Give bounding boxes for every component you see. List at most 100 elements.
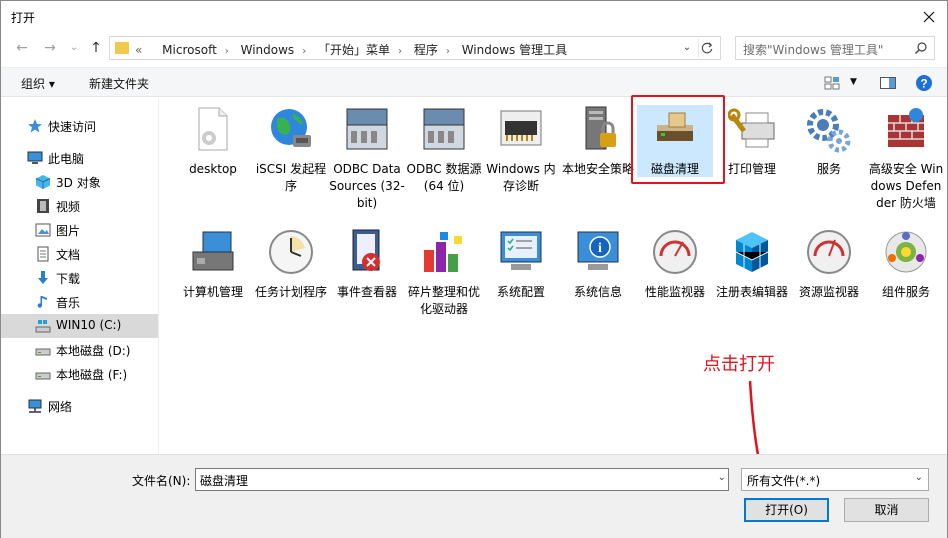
sidebar-item-label: 本地磁盘 (F:) bbox=[56, 368, 128, 382]
sidebar-item-label: 音乐 bbox=[56, 296, 81, 310]
svg-text:?: ? bbox=[920, 77, 927, 91]
sidebar-item-label: 网络 bbox=[48, 400, 73, 414]
sidebar-item-3d-objects[interactable]: 3D 对象 bbox=[1, 170, 158, 194]
file-item-iscsi[interactable]: iSCSI 发起程序 bbox=[253, 105, 329, 195]
file-item-computer-management[interactable]: 计算机管理 bbox=[175, 228, 251, 301]
computer-management-icon bbox=[192, 231, 234, 271]
file-item-system-information[interactable]: i 系统信息 bbox=[560, 228, 636, 301]
file-item-registry-editor[interactable]: 注册表编辑器 bbox=[714, 228, 790, 301]
up-arrow-icon[interactable]: ↑ bbox=[87, 39, 105, 57]
new-folder-button[interactable]: 新建文件夹 bbox=[89, 75, 149, 92]
window-title: 打开 bbox=[11, 11, 36, 25]
filename-label: 文件名(N): bbox=[132, 474, 191, 488]
breadcrumb-admin-tools[interactable]: Windows 管理工具 bbox=[462, 43, 567, 57]
open-button[interactable]: 打开(O) bbox=[744, 498, 829, 522]
sidebar-item-label: 下载 bbox=[56, 272, 81, 286]
cube-icon bbox=[35, 175, 51, 189]
file-item-label: iSCSI 发起程序 bbox=[255, 162, 327, 193]
forward-arrow-icon[interactable]: → bbox=[41, 39, 59, 57]
back-arrow-icon[interactable]: ← bbox=[13, 39, 31, 57]
view-options-icon[interactable] bbox=[823, 74, 841, 92]
file-list: desktop iSCSI 发起程序 ODBC Data Sources (32… bbox=[160, 95, 947, 498]
breadcrumb-microsoft[interactable]: Microsoft bbox=[162, 43, 217, 57]
folder-icon bbox=[115, 42, 129, 54]
picture-icon bbox=[35, 223, 51, 237]
filename-input[interactable]: 磁盘清理 ⌄ bbox=[195, 468, 729, 491]
breadcrumb-programs[interactable]: 程序 bbox=[414, 43, 438, 57]
file-item-event-viewer[interactable]: 事件查看器 bbox=[329, 228, 405, 301]
search-input[interactable]: 搜索"Windows 管理工具" bbox=[735, 36, 935, 60]
file-item-defender-firewall[interactable]: 高级安全 Windows Defender 防火墙 bbox=[868, 105, 944, 212]
file-item-label: Windows 内存诊断 bbox=[486, 162, 556, 193]
sidebar-item-music[interactable]: 音乐 bbox=[1, 290, 158, 314]
sidebar-item-local-disk-d[interactable]: 本地磁盘 (D:) bbox=[1, 338, 158, 362]
sidebar-item-label: 本地磁盘 (D:) bbox=[56, 344, 131, 358]
gears-icon bbox=[807, 109, 851, 153]
preview-pane-icon[interactable] bbox=[879, 74, 897, 92]
sidebar-item-win10-c[interactable]: WIN10 (C:) bbox=[1, 314, 158, 338]
file-item-odbc-64[interactable]: ODBC 数据源(64 位) bbox=[406, 105, 482, 195]
organize-menu[interactable]: 组织 ▾ bbox=[21, 75, 55, 92]
gauge-icon bbox=[653, 230, 697, 274]
open-file-dialog: 打开 ← → ⌄ ↑ « Microsoft › Windows › 「开始」菜单 ›… bbox=[0, 0, 948, 538]
file-item-print-management[interactable]: 打印管理 bbox=[714, 105, 790, 178]
sidebar-item-downloads[interactable]: 下载 bbox=[1, 266, 158, 290]
file-item-label: 高级安全 Windows Defender 防火墙 bbox=[868, 162, 944, 210]
file-item-component-services[interactable]: 组件服务 bbox=[868, 228, 944, 301]
annotation-text: 点击打开 bbox=[703, 354, 775, 375]
file-item-services[interactable]: 服务 bbox=[791, 105, 867, 178]
chevron-down-icon[interactable]: ⌄ bbox=[680, 40, 694, 56]
chevron-down-icon[interactable]: ⌄ bbox=[718, 472, 726, 483]
help-icon[interactable]: ? bbox=[915, 74, 933, 92]
sidebar-item-label: 此电脑 bbox=[48, 152, 85, 166]
component-services-icon bbox=[885, 231, 927, 273]
file-item-odbc-32[interactable]: ODBC Data Sources (32-bit) bbox=[329, 105, 405, 212]
system-config-icon bbox=[500, 231, 542, 270]
file-item-local-security-policy[interactable]: 本地安全策略 bbox=[560, 105, 636, 178]
star-icon bbox=[28, 119, 42, 133]
sidebar-item-quick-access[interactable]: 快速访问 bbox=[1, 114, 158, 138]
refresh-icon[interactable] bbox=[698, 39, 716, 57]
file-item-label: 系统信息 bbox=[573, 285, 622, 299]
breadcrumb-start-menu[interactable]: 「开始」菜单 bbox=[318, 43, 390, 57]
ini-file-icon bbox=[198, 107, 228, 151]
address-bar[interactable]: « Microsoft › Windows › 「开始」菜单 › 程序 › Window… bbox=[109, 36, 721, 60]
gauge-icon bbox=[807, 230, 851, 274]
file-item-defragment[interactable]: 碎片整理和优化驱动器 bbox=[406, 228, 482, 318]
sidebar-item-label: WIN10 (C:) bbox=[56, 318, 122, 332]
sidebar-item-pictures[interactable]: 图片 bbox=[1, 218, 158, 242]
memory-chip-icon bbox=[500, 110, 542, 146]
breadcrumb-overflow[interactable]: « bbox=[135, 43, 142, 57]
file-item-label: 本地安全策略 bbox=[561, 162, 634, 176]
sidebar-item-network[interactable]: 网络 bbox=[1, 394, 158, 418]
view-dropdown-icon[interactable]: ▼ bbox=[850, 77, 857, 87]
sidebar-item-videos[interactable]: 视频 bbox=[1, 194, 158, 218]
file-item-memory-diagnostic[interactable]: Windows 内存诊断 bbox=[483, 105, 559, 195]
search-icon bbox=[915, 42, 927, 54]
file-item-system-configuration[interactable]: 系统配置 bbox=[483, 228, 559, 301]
defrag-icon bbox=[424, 232, 462, 272]
breadcrumb: « Microsoft › Windows › 「开始」菜单 › 程序 › Window… bbox=[135, 43, 568, 57]
cancel-button[interactable]: 取消 bbox=[844, 498, 929, 522]
file-item-desktop[interactable]: desktop bbox=[175, 105, 251, 178]
recent-dropdown-icon[interactable]: ⌄ bbox=[65, 39, 83, 57]
drive-icon bbox=[35, 372, 51, 380]
filetype-select[interactable]: 所有文件(*.*) ⌄ bbox=[741, 468, 929, 491]
sidebar-item-local-disk-f[interactable]: 本地磁盘 (F:) bbox=[1, 362, 158, 386]
sidebar-item-label: 文档 bbox=[56, 248, 81, 262]
highlight-box bbox=[631, 95, 725, 184]
sidebar-item-label: 图片 bbox=[56, 224, 81, 238]
file-item-resource-monitor[interactable]: 资源监视器 bbox=[791, 228, 867, 301]
sidebar-item-label: 视频 bbox=[56, 200, 81, 214]
breadcrumb-windows[interactable]: Windows bbox=[241, 43, 295, 57]
clock-icon bbox=[269, 230, 313, 274]
file-item-label: 任务计划程序 bbox=[254, 285, 327, 299]
file-item-label: ODBC 数据源(64 位) bbox=[406, 162, 482, 193]
file-item-task-scheduler[interactable]: 任务计划程序 bbox=[253, 228, 329, 301]
document-icon bbox=[37, 246, 49, 262]
video-icon bbox=[37, 199, 49, 213]
sidebar-item-documents[interactable]: 文档 bbox=[1, 242, 158, 266]
file-item-performance-monitor[interactable]: 性能监视器 bbox=[637, 228, 713, 301]
sidebar-item-this-pc[interactable]: 此电脑 bbox=[1, 146, 158, 170]
close-icon[interactable] bbox=[919, 7, 939, 27]
